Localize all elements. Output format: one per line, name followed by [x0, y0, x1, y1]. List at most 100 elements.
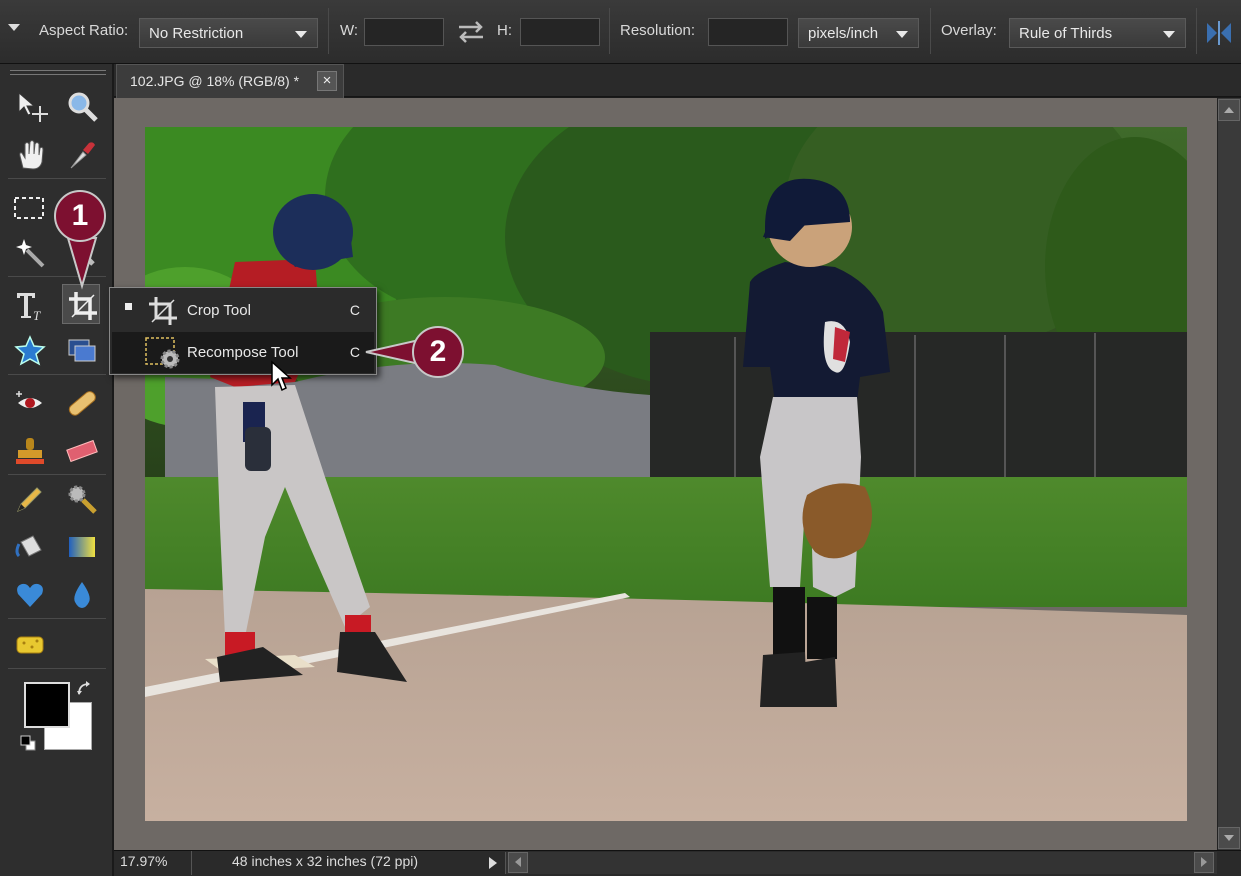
baseball-photo: [145, 127, 1187, 821]
red-eye-icon: [16, 391, 42, 408]
move-icon: [18, 91, 48, 122]
swap-colors-icon[interactable]: [76, 680, 94, 698]
zoom-tool[interactable]: [62, 86, 100, 126]
status-menu-arrow-icon[interactable]: [486, 855, 500, 871]
paint-bucket-tool[interactable]: [10, 526, 48, 566]
gradient-tool[interactable]: [62, 526, 100, 566]
callout-step-1: 1: [54, 190, 106, 242]
chevron-down-icon: [295, 31, 307, 38]
crop-icon: [149, 297, 177, 325]
heart-icon: [17, 583, 43, 607]
resolution-unit-value: pixels/inch: [808, 25, 879, 42]
callout-step-2: 2: [412, 326, 464, 378]
height-input[interactable]: [520, 18, 600, 46]
aspect-ratio-label: Aspect Ratio:: [39, 22, 129, 39]
scroll-right-button[interactable]: [1194, 852, 1214, 873]
recompose-icon: [145, 337, 180, 369]
toolbox: T: [0, 64, 113, 876]
magic-wand-icon: [16, 239, 45, 268]
height-label: H:: [497, 22, 512, 39]
eyedropper-icon: [70, 142, 95, 169]
scroll-up-button[interactable]: [1218, 99, 1240, 121]
crop-tool[interactable]: [62, 284, 100, 324]
eraser-tool[interactable]: [62, 430, 100, 470]
width-label: W:: [340, 22, 359, 39]
shape-tool[interactable]: [10, 574, 48, 614]
menu-item-label: Crop Tool: [187, 302, 251, 319]
crop-icon: [69, 292, 97, 320]
hand-tool[interactable]: [12, 134, 50, 174]
menu-item-recompose-tool[interactable]: Recompose Tool C: [112, 332, 374, 373]
default-colors-icon[interactable]: [20, 735, 36, 751]
layers-icon: [68, 339, 96, 362]
menu-item-crop-tool[interactable]: Crop Tool C: [112, 290, 374, 331]
healing-brush-tool[interactable]: [62, 382, 100, 422]
stamp-icon: [16, 438, 44, 464]
foreground-color-swatch[interactable]: [24, 682, 70, 728]
blur-tool[interactable]: [62, 574, 100, 614]
mouse-cursor-icon: [270, 360, 292, 394]
document-tab[interactable]: 102.JPG @ 18% (RGB/8) *: [116, 64, 344, 98]
menu-item-shortcut: C: [349, 344, 360, 360]
document-size: 48 inches x 32 inches (72 ppi): [232, 853, 418, 869]
gradient-icon: [69, 537, 95, 557]
commit-crop-icon[interactable]: [1204, 18, 1234, 48]
red-eye-tool[interactable]: [10, 382, 48, 422]
type-tool[interactable]: T: [10, 284, 48, 324]
marquee-icon: [14, 197, 44, 219]
photo-canvas[interactable]: [145, 127, 1187, 821]
horizontal-scrollbar[interactable]: [505, 852, 1217, 874]
toolbox-grip[interactable]: [10, 70, 106, 75]
chevron-down-icon: [1163, 31, 1175, 38]
aspect-ratio-dropdown[interactable]: No Restriction: [139, 18, 318, 48]
swap-dimensions-icon[interactable]: [455, 18, 487, 46]
zoom-level: 17.97%: [120, 853, 168, 869]
type-icon: T: [17, 293, 41, 322]
water-drop-icon: [74, 582, 90, 608]
sponge-icon: [16, 636, 44, 654]
pencil-tool[interactable]: [10, 478, 48, 518]
smart-brush-tool[interactable]: [62, 478, 100, 518]
sponge-tool[interactable]: [10, 624, 48, 664]
cookie-cutter-tool[interactable]: [10, 330, 48, 370]
selected-bullet-icon: [125, 303, 132, 310]
scroll-left-button[interactable]: [508, 852, 528, 873]
resolution-input[interactable]: [708, 18, 788, 46]
hand-icon: [19, 140, 44, 170]
scroll-down-button[interactable]: [1218, 827, 1240, 849]
content-move-tool[interactable]: [62, 330, 100, 370]
chevron-down-icon: [1224, 835, 1234, 841]
chevron-right-icon: [1201, 857, 1207, 867]
document-tab-title: 102.JPG @ 18% (RGB/8) *: [130, 73, 300, 89]
width-input[interactable]: [364, 18, 444, 46]
crop-tools-flyout: Crop Tool C Recompose Tool C: [109, 287, 377, 375]
pencil-icon: [17, 487, 42, 512]
eraser-icon: [66, 439, 98, 463]
options-bar: Aspect Ratio: No Restriction W: H: Resol…: [0, 0, 1241, 64]
overlay-value: Rule of Thirds: [1019, 25, 1113, 42]
resolution-label: Resolution:: [620, 22, 696, 39]
move-tool[interactable]: [12, 86, 50, 126]
menu-item-shortcut: C: [349, 302, 360, 318]
clone-stamp-tool[interactable]: [10, 430, 48, 470]
chevron-down-icon: [896, 31, 908, 38]
chevron-up-icon: [1224, 107, 1234, 113]
eyedropper-tool[interactable]: [62, 134, 100, 174]
close-icon[interactable]: ×: [317, 71, 337, 91]
resolution-unit-dropdown[interactable]: pixels/inch: [798, 18, 919, 48]
magic-wand-tool[interactable]: [10, 232, 48, 272]
marquee-tool[interactable]: [8, 186, 46, 226]
vertical-scrollbar[interactable]: [1217, 98, 1241, 850]
gear-brush-icon: [68, 485, 97, 514]
menu-item-label: Recompose Tool: [187, 344, 299, 361]
overlay-label: Overlay:: [941, 22, 997, 39]
options-menu-icon[interactable]: [8, 24, 20, 31]
overlay-dropdown[interactable]: Rule of Thirds: [1009, 18, 1186, 48]
chevron-left-icon: [515, 857, 521, 867]
aspect-ratio-value: No Restriction: [149, 25, 244, 42]
magnifier-icon: [68, 92, 98, 122]
svg-text:T: T: [33, 308, 41, 322]
bandage-icon: [68, 391, 96, 416]
star-icon: [14, 335, 46, 366]
paint-bucket-icon: [15, 535, 42, 558]
